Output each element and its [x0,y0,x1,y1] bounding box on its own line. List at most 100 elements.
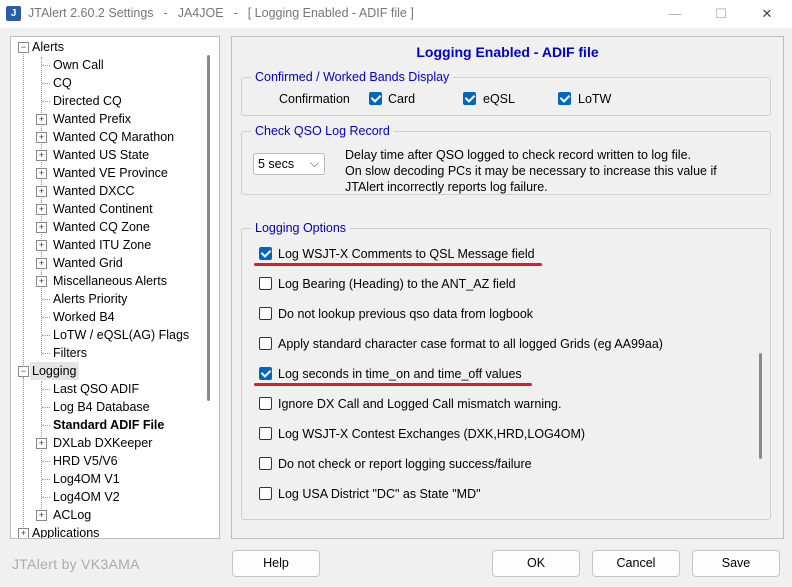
tree-item-cq[interactable]: CQ [53,74,72,92]
option-checkbox[interactable] [259,337,272,350]
option-label[interactable]: Do not lookup previous qso data from log… [278,306,533,322]
title-section: [ Logging Enabled - ADIF file ] [247,6,414,20]
chevron-down-icon: ⌵ [309,156,319,170]
settings-tree[interactable]: − Alerts Own Call CQ Directed CQ + Wante… [10,36,220,539]
options-scrollbar[interactable] [759,353,762,459]
tree-scrollbar[interactable] [207,55,210,401]
tree-item-wanted-ve-province[interactable]: Wanted VE Province [53,164,168,182]
expand-icon[interactable]: + [36,186,47,197]
option-checkbox[interactable] [259,397,272,410]
tree-line [42,389,50,390]
title-callsign: JA4JOE [177,6,224,20]
expand-icon[interactable]: + [18,528,29,538]
expand-icon[interactable]: + [36,240,47,251]
card-label: Card [388,92,416,106]
collapse-icon[interactable]: − [18,366,29,377]
page-title: Logging Enabled - ADIF file [416,44,599,60]
tree-item-dxlab-dxkeeper[interactable]: DXLab DXKeeper [53,434,152,452]
tree-item-log4om-v1[interactable]: Log4OM V1 [53,470,120,488]
desc-line: JTAlert incorrectly reports log failure. [345,180,548,194]
tree-item-wanted-cq-marathon[interactable]: Wanted CQ Marathon [53,128,174,146]
option-checkbox[interactable] [259,247,272,260]
expand-icon[interactable]: + [36,114,47,125]
group-title: Logging Options [251,220,351,236]
tree-item-logging[interactable]: Logging [30,362,79,380]
settings-panel: Logging Enabled - ADIF file Confirmed / … [231,36,784,539]
option-checkbox[interactable] [259,277,272,290]
collapse-icon[interactable]: − [18,42,29,53]
eqsl-label: eQSL [483,92,515,106]
lotw-checkbox[interactable] [558,92,571,105]
option-checkbox[interactable] [259,367,272,380]
title-app: JTAlert 2.60.2 Settings [28,6,154,20]
expand-icon[interactable]: + [36,276,47,287]
expand-icon[interactable]: + [36,222,47,233]
expand-icon[interactable]: + [36,438,47,449]
expand-icon[interactable]: + [36,168,47,179]
ok-button[interactable]: OK [492,550,580,577]
check-qso-group: Check QSO Log Record 5 secs ⌵ Delay time… [241,123,771,195]
maximize-icon: ☐ [715,6,727,21]
help-button[interactable]: Help [232,550,320,577]
eqsl-checkbox[interactable] [463,92,476,105]
tree-item-wanted-prefix[interactable]: Wanted Prefix [53,110,131,128]
tree-item-wanted-itu-zone[interactable]: Wanted ITU Zone [53,236,151,254]
expand-icon[interactable]: + [36,132,47,143]
tree-item-wanted-grid[interactable]: Wanted Grid [53,254,123,272]
tree-item-applications[interactable]: Applications [32,524,99,538]
option-label[interactable]: Apply standard character case format to … [278,336,663,352]
tree-item-worked-b4[interactable]: Worked B4 [53,308,115,326]
tree-item-hrd-v5-v6[interactable]: HRD V5/V6 [53,452,118,470]
expand-icon[interactable]: + [36,510,47,521]
option-checkbox[interactable] [259,487,272,500]
close-button[interactable]: ✕ [744,0,790,28]
expand-icon[interactable]: + [36,204,47,215]
option-label[interactable]: Log seconds in time_on and time_off valu… [278,366,522,382]
close-icon: ✕ [761,6,773,21]
group-title: Check QSO Log Record [251,123,394,139]
confirmation-label: Confirmation [279,92,350,106]
option-label[interactable]: Ignore DX Call and Logged Call mismatch … [278,396,561,412]
tree-item-log4om-v2[interactable]: Log4OM V2 [53,488,120,506]
tree-line [42,497,50,498]
card-checkbox[interactable] [369,92,382,105]
tree-item-wanted-dxcc[interactable]: Wanted DXCC [53,182,135,200]
option-label[interactable]: Log WSJT-X Comments to QSL Message field [278,246,535,262]
tree-item-last-qso-adif[interactable]: Last QSO ADIF [53,380,139,398]
tree-item-alerts[interactable]: Alerts [32,38,64,56]
cancel-button[interactable]: Cancel [592,550,680,577]
option-checkbox[interactable] [259,307,272,320]
tree-item-wanted-cq-zone[interactable]: Wanted CQ Zone [53,218,150,236]
option-label[interactable]: Do not check or report logging success/f… [278,456,532,472]
tree-item-alerts-priority[interactable]: Alerts Priority [53,290,127,308]
tree-item-directed-cq[interactable]: Directed CQ [53,92,122,110]
option-checkbox[interactable] [259,457,272,470]
tree-line [42,479,50,480]
tree-item-own-call[interactable]: Own Call [53,56,104,74]
tree-item-filters[interactable]: Filters [53,344,87,362]
minimize-button[interactable]: — [652,0,698,28]
option-label[interactable]: Log Bearing (Heading) to the ANT_AZ fiel… [278,276,516,292]
credit-text: JTAlert by VK3AMA [12,556,140,572]
tree-line [42,335,50,336]
delay-select[interactable]: 5 secs ⌵ [253,153,325,175]
tree-item-standard-adif-file[interactable]: Standard ADIF File [53,416,164,434]
expand-icon[interactable]: + [36,150,47,161]
tree-item-wanted-continent[interactable]: Wanted Continent [53,200,153,218]
title-sep: - [233,6,238,20]
tree-item-miscellaneous-alerts[interactable]: Miscellaneous Alerts [53,272,167,290]
tree-item-wanted-us-state[interactable]: Wanted US State [53,146,149,164]
logging-options-group: Logging Options Log WSJT-X Comments to Q… [241,220,771,520]
save-button[interactable]: Save [692,550,780,577]
tree-item-aclog[interactable]: ACLog [53,506,91,524]
option-label[interactable]: Log WSJT-X Contest Exchanges (DXK,HRD,LO… [278,426,585,442]
option-label[interactable]: Log USA District "DC" as State "MD" [278,486,481,502]
tree-item-log-b4-database[interactable]: Log B4 Database [53,398,150,416]
title-sep: - [163,6,168,20]
maximize-button[interactable]: ☐ [698,0,744,28]
tree-item-lotw-eqsl-flags[interactable]: LoTW / eQSL(AG) Flags [53,326,189,344]
group-title: Confirmed / Worked Bands Display [251,69,454,85]
expand-icon[interactable]: + [36,258,47,269]
window-title: JTAlert 2.60.2 Settings - JA4JOE -[ Logging… [28,6,424,20]
option-checkbox[interactable] [259,427,272,440]
